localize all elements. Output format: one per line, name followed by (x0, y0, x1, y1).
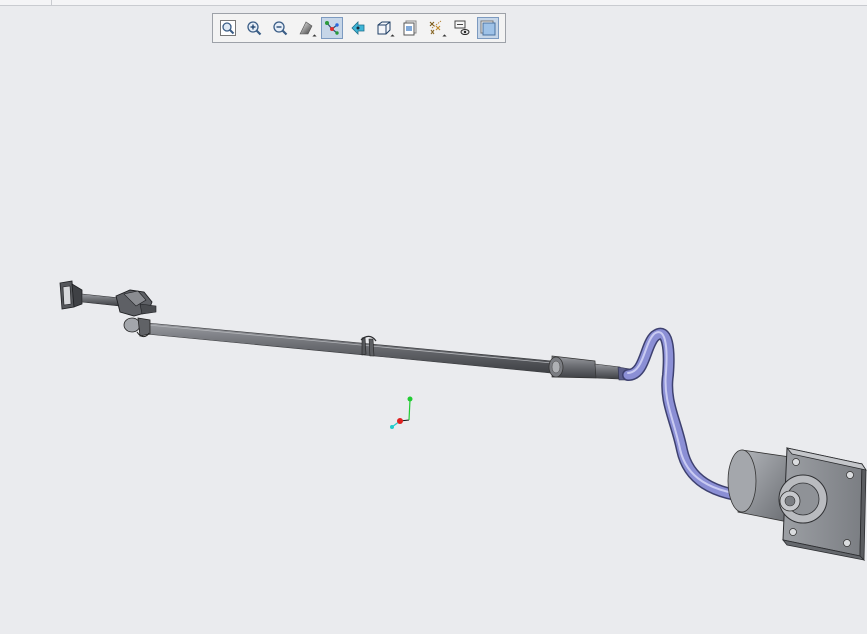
coordinate-triad (390, 396, 413, 429)
tube-sleeve[interactable] (548, 355, 631, 381)
x-axis-marker (397, 418, 403, 424)
model-scene (59, 280, 867, 561)
z-axis-marker (390, 425, 394, 429)
main-tube[interactable] (145, 322, 553, 374)
right-housing[interactable] (727, 447, 867, 561)
graphics-viewport[interactable] (0, 0, 867, 634)
y-axis-marker (407, 396, 413, 402)
left-end-assembly[interactable] (59, 280, 157, 338)
